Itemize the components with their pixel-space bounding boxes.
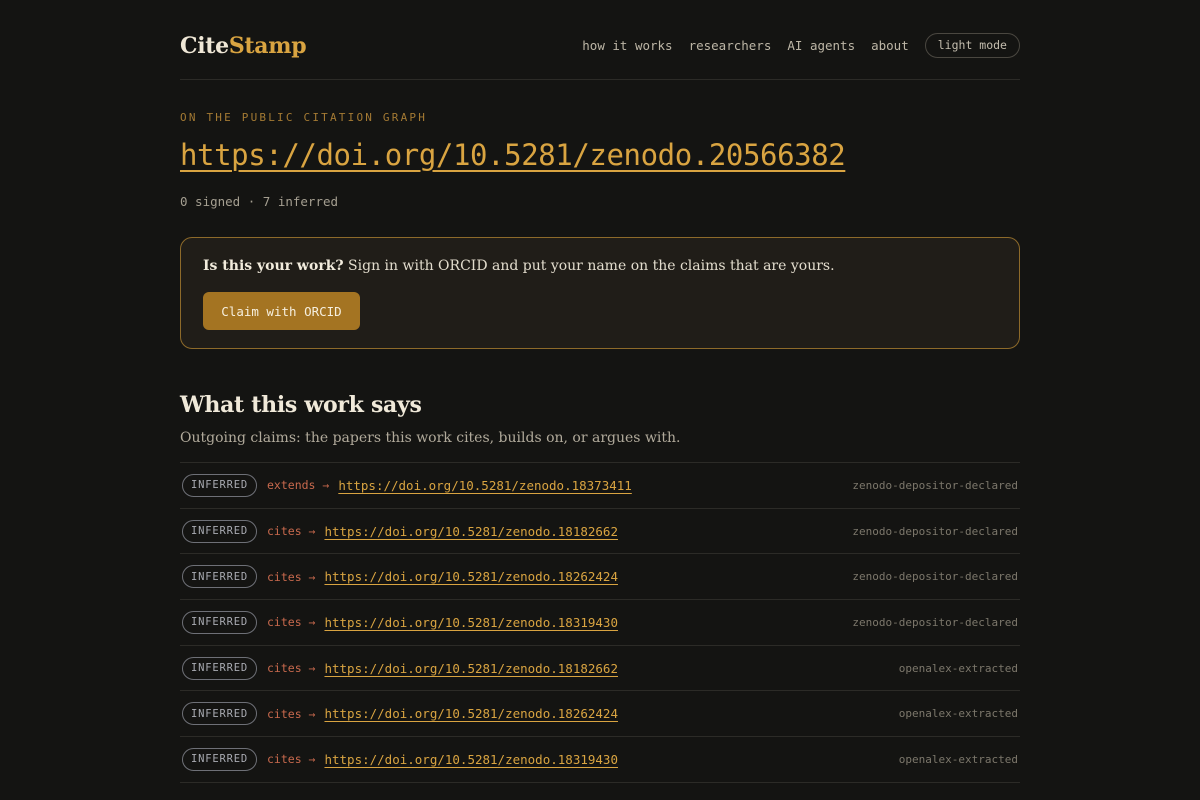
nav-ai-agents[interactable]: AI agents bbox=[787, 38, 855, 53]
relation-label: cites → bbox=[267, 524, 316, 539]
target-doi-link[interactable]: https://doi.org/10.5281/zenodo.18319430 bbox=[324, 615, 618, 630]
site-header: CiteStamp how it works researchers AI ag… bbox=[180, 0, 1020, 80]
logo-stamp: Stamp bbox=[228, 33, 307, 59]
claim-source: zenodo-depositor-declared bbox=[852, 478, 1018, 492]
light-mode-button[interactable]: light mode bbox=[924, 33, 1020, 58]
logo-cite: Cite bbox=[180, 33, 229, 59]
claim-question: Is this your work? bbox=[203, 258, 344, 274]
relation-label: cites → bbox=[267, 706, 316, 721]
relation-label: cites → bbox=[267, 615, 316, 630]
claim-source: openalex-extracted bbox=[898, 707, 1018, 721]
claim-row: INFERRED cites → https://doi.org/10.5281… bbox=[180, 646, 1020, 692]
work-doi-link[interactable]: https://doi.org/10.5281/zenodo.20566382 bbox=[180, 138, 846, 172]
claim-row: INFERRED cites → https://doi.org/10.5281… bbox=[180, 509, 1020, 555]
claim-row: INFERRED cites → https://doi.org/10.5281… bbox=[180, 600, 1020, 646]
claim-prompt: Is this your work? Sign in with ORCID an… bbox=[203, 258, 835, 274]
claim-counts: 0 signed · 7 inferred bbox=[180, 194, 339, 209]
claim-source: openalex-extracted bbox=[898, 661, 1018, 675]
section-subtitle: Outgoing claims: the papers this work ci… bbox=[180, 430, 681, 446]
target-doi-link[interactable]: https://doi.org/10.5281/zenodo.18182662 bbox=[324, 524, 618, 539]
main-nav: how it works researchers AI agents about… bbox=[582, 33, 1020, 58]
inferred-badge: INFERRED bbox=[182, 473, 257, 497]
inferred-badge: INFERRED bbox=[182, 747, 257, 771]
inferred-badge: INFERRED bbox=[182, 702, 257, 726]
section-title: What this work says bbox=[180, 392, 422, 418]
claim-source: zenodo-depositor-declared bbox=[852, 524, 1018, 538]
relation-label: cites → bbox=[267, 661, 316, 676]
claim-source: openalex-extracted bbox=[898, 752, 1018, 766]
claim-panel: Is this your work? Sign in with ORCID an… bbox=[180, 237, 1020, 349]
claim-source: zenodo-depositor-declared bbox=[852, 570, 1018, 584]
target-doi-link[interactable]: https://doi.org/10.5281/zenodo.18182662 bbox=[324, 661, 618, 676]
eyebrow: ON THE PUBLIC CITATION GRAPH bbox=[180, 111, 428, 124]
claim-instruction: Sign in with ORCID and put your name on … bbox=[343, 258, 835, 274]
relation-label: extends → bbox=[267, 478, 330, 493]
target-doi-link[interactable]: https://doi.org/10.5281/zenodo.18319430 bbox=[324, 752, 618, 767]
claim-row: INFERRED cites → https://doi.org/10.5281… bbox=[180, 691, 1020, 738]
inferred-badge: INFERRED bbox=[182, 565, 257, 589]
page: CiteStamp how it works researchers AI ag… bbox=[180, 0, 1020, 783]
target-doi-link[interactable]: https://doi.org/10.5281/zenodo.18262424 bbox=[324, 706, 618, 721]
relation-label: cites → bbox=[267, 752, 316, 767]
target-doi-link[interactable]: https://doi.org/10.5281/zenodo.18373411 bbox=[338, 478, 632, 493]
nav-researchers[interactable]: researchers bbox=[689, 38, 772, 53]
inferred-badge: INFERRED bbox=[182, 610, 257, 634]
claims-list: INFERRED extends → https://doi.org/10.52… bbox=[180, 462, 1020, 783]
inferred-badge: INFERRED bbox=[182, 656, 257, 680]
claim-row: INFERRED cites → https://doi.org/10.5281… bbox=[180, 554, 1020, 601]
claim-row: INFERRED cites → https://doi.org/10.5281… bbox=[180, 737, 1020, 783]
claim-with-orcid-button[interactable]: Claim with ORCID bbox=[203, 292, 360, 330]
claim-row: INFERRED extends → https://doi.org/10.52… bbox=[180, 463, 1020, 509]
relation-label: cites → bbox=[267, 569, 316, 584]
nav-about[interactable]: about bbox=[871, 38, 909, 53]
target-doi-link[interactable]: https://doi.org/10.5281/zenodo.18262424 bbox=[324, 569, 618, 584]
logo[interactable]: CiteStamp bbox=[180, 31, 307, 61]
claim-source: zenodo-depositor-declared bbox=[852, 615, 1018, 629]
inferred-badge: INFERRED bbox=[182, 519, 257, 543]
nav-how-it-works[interactable]: how it works bbox=[582, 38, 672, 53]
